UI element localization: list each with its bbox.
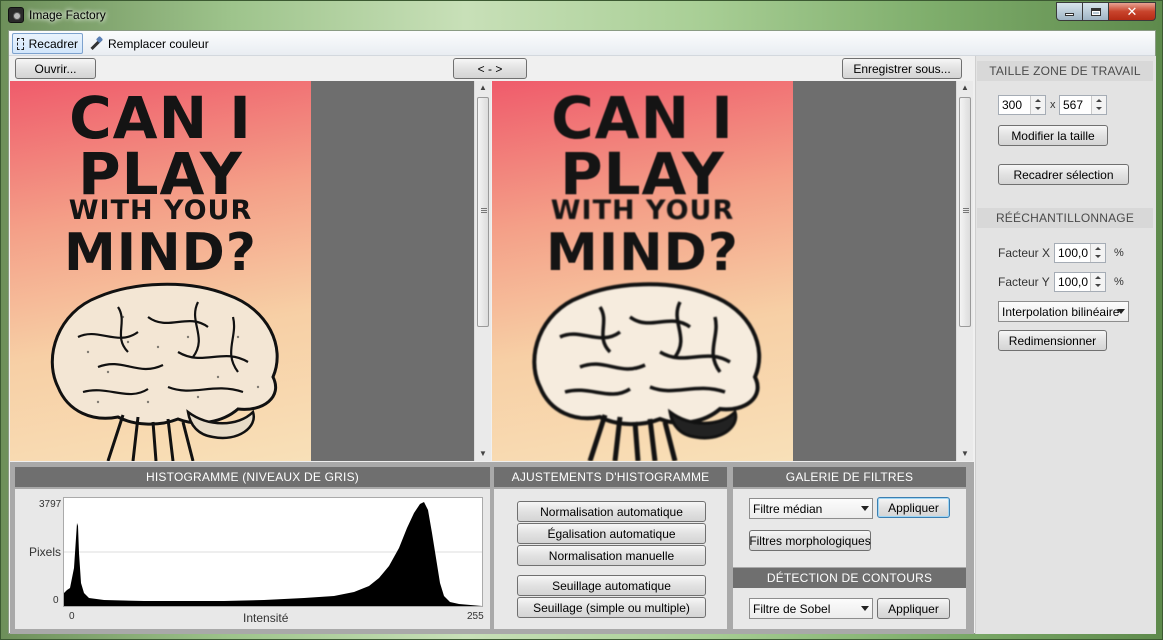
maximize-icon xyxy=(1090,7,1101,16)
filter-select-value: Filtre médian xyxy=(753,501,823,516)
crop-tool-label: Recadrer xyxy=(28,36,78,51)
app-window: Image Factory ✕ Recadrer Remplacer coule… xyxy=(0,0,1163,640)
edges-header: DÉTECTION DE CONTOURS xyxy=(733,568,966,588)
poster-line-3: WITH YOUR xyxy=(68,195,253,226)
poster-line-4: MIND? xyxy=(546,223,739,283)
histogram-plot xyxy=(64,502,482,606)
spinner-icon[interactable] xyxy=(1090,273,1105,291)
interpolation-select-value: Interpolation bilinéaire xyxy=(1002,304,1120,319)
crop-icon xyxy=(17,37,24,50)
result-image-panel[interactable]: CAN I PLAY WITH YOUR MIND? xyxy=(492,81,956,461)
spinner-icon[interactable] xyxy=(1030,96,1045,114)
scroll-thumb[interactable] xyxy=(959,97,971,327)
edge-filter-select-value: Filtre de Sobel xyxy=(753,601,831,616)
window-title: Image Factory xyxy=(29,8,106,22)
crop-selection-button[interactable]: Recadrer sélection xyxy=(998,164,1129,185)
toolbar: Recadrer Remplacer couleur xyxy=(9,31,1155,56)
apply-edges-button[interactable]: Appliquer xyxy=(877,598,950,619)
replace-color-tool-button[interactable]: Remplacer couleur xyxy=(85,33,213,54)
factor-y-label: Facteur Y xyxy=(998,275,1050,289)
poster-line-1: CAN I xyxy=(69,84,252,152)
workspace-width-value: 300 xyxy=(1002,98,1023,112)
morphological-filters-button[interactable]: Filtres morphologiques xyxy=(749,530,871,551)
resampling-header: RÉÉCHANTILLONNAGE xyxy=(977,208,1153,228)
crop-tool-button[interactable]: Recadrer xyxy=(12,33,83,54)
histogram-header: HISTOGRAMME (NIVEAUX DE GRIS) xyxy=(15,467,490,487)
factor-y-unit: % xyxy=(1114,276,1124,288)
chevron-down-icon xyxy=(861,506,869,511)
factor-y-value: 100,0 xyxy=(1058,275,1089,289)
factor-x-value: 100,0 xyxy=(1058,246,1089,260)
histogram-x-min: 0 xyxy=(69,611,75,622)
chevron-down-icon xyxy=(1117,309,1125,314)
factor-x-unit: % xyxy=(1114,247,1124,259)
resize-button[interactable]: Redimensionner xyxy=(998,330,1107,351)
adjustments-header: AJUSTEMENTS D'HISTOGRAMME xyxy=(494,467,727,487)
histogram-y-max: 3797 xyxy=(39,499,62,510)
save-as-button[interactable]: Enregistrer sous... xyxy=(842,58,962,79)
workspace-height-value: 567 xyxy=(1063,98,1084,112)
result-image-scrollbar[interactable]: ▲ ▼ xyxy=(956,81,973,461)
filter-select[interactable]: Filtre médian xyxy=(749,498,873,519)
brain-illustration xyxy=(50,282,279,461)
workspace-width-field[interactable]: 300 xyxy=(998,95,1046,115)
poster-line-3: WITH YOUR xyxy=(550,195,735,226)
histogram-panel: 3797 Pixels 0 0 Intensité 255 xyxy=(15,489,490,629)
minimize-icon xyxy=(1065,13,1074,16)
result-image: CAN I PLAY WITH YOUR MIND? xyxy=(492,81,793,461)
scroll-down-icon[interactable]: ▼ xyxy=(475,447,491,461)
title-bar[interactable]: Image Factory ✕ xyxy=(1,1,1162,29)
replace-color-label: Remplacer couleur xyxy=(108,36,209,51)
scroll-down-icon[interactable]: ▼ xyxy=(957,447,973,461)
histogram-x-max: 255 xyxy=(467,611,484,622)
open-button[interactable]: Ouvrir... xyxy=(15,58,96,79)
histogram-x-label: Intensité xyxy=(243,611,289,625)
interpolation-select[interactable]: Interpolation bilinéaire xyxy=(998,301,1129,322)
workspace-times-label: x xyxy=(1050,99,1056,111)
auto-equalization-button[interactable]: Égalisation automatique xyxy=(517,523,706,544)
factor-y-field[interactable]: 100,0 xyxy=(1054,272,1106,292)
camera-icon xyxy=(8,7,24,23)
chevron-down-icon xyxy=(861,606,869,611)
scroll-thumb[interactable] xyxy=(477,97,489,327)
factor-x-field[interactable]: 100,0 xyxy=(1054,243,1106,263)
swap-images-button[interactable]: < - > xyxy=(453,58,527,79)
threshold-button[interactable]: Seuillage (simple ou multiple) xyxy=(517,597,706,618)
factor-x-label: Facteur X xyxy=(998,246,1051,260)
workspace-height-field[interactable]: 567 xyxy=(1059,95,1107,115)
spinner-icon[interactable] xyxy=(1091,96,1106,114)
apply-filter-button[interactable]: Appliquer xyxy=(877,497,950,518)
edge-filter-select[interactable]: Filtre de Sobel xyxy=(749,598,873,619)
manual-normalization-button[interactable]: Normalisation manuelle xyxy=(517,545,706,566)
brain-illustration xyxy=(532,282,762,461)
filters-header: GALERIE DE FILTRES xyxy=(733,467,966,487)
source-image-scrollbar[interactable]: ▲ ▼ xyxy=(474,81,491,461)
source-image-panel[interactable]: CAN I PLAY WITH YOUR MIND? xyxy=(10,81,474,461)
auto-threshold-button[interactable]: Seuillage automatique xyxy=(517,575,706,596)
auto-normalization-button[interactable]: Normalisation automatique xyxy=(517,501,706,522)
histogram-y-label: Pixels xyxy=(29,545,62,559)
poster-line-4: MIND? xyxy=(64,223,257,283)
spinner-icon[interactable] xyxy=(1090,244,1105,262)
scroll-up-icon[interactable]: ▲ xyxy=(475,81,491,95)
client-area: Recadrer Remplacer couleur Ouvrir... < -… xyxy=(8,30,1156,634)
minimize-button[interactable] xyxy=(1056,2,1083,21)
workspace-header: TAILLE ZONE DE TRAVAIL xyxy=(977,61,1153,81)
source-image: CAN I PLAY WITH YOUR MIND? xyxy=(10,81,311,461)
histogram-y-min: 0 xyxy=(53,595,59,606)
maximize-button[interactable] xyxy=(1083,2,1109,21)
poster-line-1: CAN I xyxy=(551,84,734,152)
close-icon: ✕ xyxy=(1126,3,1138,19)
scroll-up-icon[interactable]: ▲ xyxy=(957,81,973,95)
modify-size-button[interactable]: Modifier la taille xyxy=(998,125,1108,146)
close-button[interactable]: ✕ xyxy=(1109,2,1156,21)
histogram-chart xyxy=(63,497,483,607)
eyedropper-icon xyxy=(89,37,103,51)
